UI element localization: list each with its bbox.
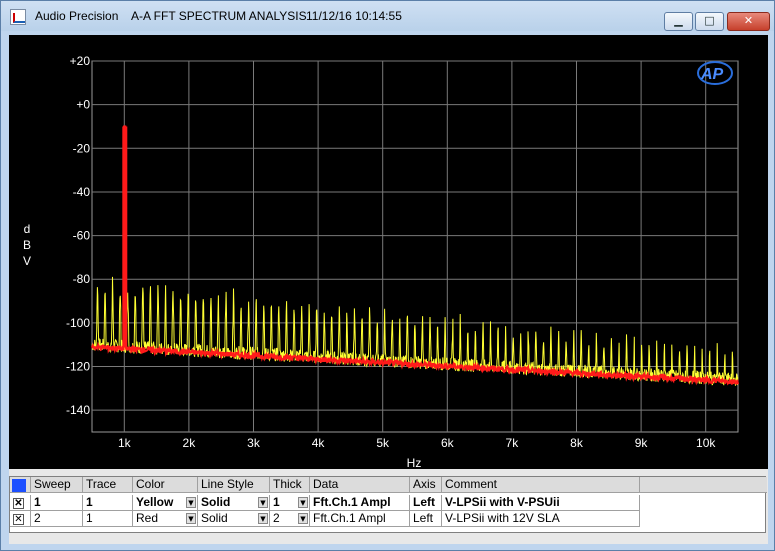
x-tick-label: 8k [570,436,584,450]
title-bar[interactable]: Audio Precision A-A FFT SPECTRUM ANALYSI… [1,1,774,31]
y-axis-label-char: V [23,254,31,268]
y-axis-label: dBV [23,222,31,268]
app-window: Audio Precision A-A FFT SPECTRUM ANALYSI… [0,0,775,551]
header-filler [640,477,767,493]
row1-data[interactable]: Fft.Ch.1 Ampl [310,495,410,511]
row2-color-value: Red [136,511,159,525]
x-axis-label: Hz [407,456,422,469]
chevron-down-icon[interactable]: ▼ [298,513,308,524]
x-tick-label: 3k [247,436,261,450]
color-swatch-icon [12,479,26,492]
y-tick-label: -120 [66,360,90,374]
y-tick-label: -80 [73,272,91,286]
y-axis-label-char: d [24,222,31,236]
header-trace: Trace [83,477,133,493]
x-tick-label: 6k [441,436,455,450]
row2-axis[interactable]: Left [410,511,442,527]
minimize-button[interactable]: ▁ [664,12,693,31]
y-axis-label-char: B [23,238,31,252]
x-tick-label: 1k [118,436,132,450]
x-tick-label: 2k [183,436,197,450]
row1-thick-select[interactable]: 1 ▼ [270,495,310,511]
row2-thick-value: 2 [273,511,280,525]
y-tick-label: -20 [73,141,91,155]
chevron-down-icon[interactable]: ▼ [186,513,196,524]
y-tick-label: -40 [73,185,91,199]
row1-sweep[interactable]: 1 [31,495,83,511]
header-sweep: Sweep [31,477,83,493]
legend-header-row: Sweep Trace Color Line Style Thick Data … [10,477,767,493]
app-icon[interactable] [10,9,26,25]
ap-logo-text: AP [700,66,724,83]
chevron-down-icon[interactable]: ▼ [258,513,268,524]
trace-legend-table[interactable]: Sweep Trace Color Line Style Thick Data … [9,476,767,533]
header-color: Color [133,477,198,493]
legend-corner[interactable] [10,477,31,493]
y-tick-label: -140 [66,403,90,417]
y-tick-label: -100 [66,316,90,330]
row2-line-style-value: Solid [201,511,228,525]
x-tick-label: 7k [506,436,520,450]
x-tick-label: 4k [312,436,326,450]
checkbox-icon[interactable]: ✕ [13,514,24,525]
client-area: +20 +0 -20 -40 -60 -80 -100 -120 -140 1k 2k 3k 4k 5k 6… [9,35,768,544]
chevron-down-icon[interactable]: ▼ [186,497,196,508]
graph-panel[interactable]: +20 +0 -20 -40 -60 -80 -100 -120 -140 1k 2k 3k 4k 5k 6… [9,35,768,469]
row2-trace[interactable]: 1 [83,511,133,527]
row1-line-style-select[interactable]: Solid ▼ [198,495,270,511]
row2-data[interactable]: Fft.Ch.1 Ampl [310,511,410,527]
timestamp: 11/12/16 10:14:55 [306,9,402,23]
header-axis: Axis [410,477,442,493]
row2-color-select[interactable]: Red ▼ [133,511,198,527]
row1-comment[interactable]: V-LPSii with V-PSUii [442,495,640,511]
spectrum-chart[interactable]: +20 +0 -20 -40 -60 -80 -100 -120 -140 1k 2k 3k 4k 5k 6… [9,35,768,469]
row1-thick-value: 1 [273,495,280,509]
row2-sweep[interactable]: 2 [31,511,83,527]
graph-title: A-A FFT SPECTRUM ANALYSIS [131,9,307,23]
maximize-button[interactable]: □ [695,12,724,31]
row1-color-value: Yellow [136,495,174,509]
checkbox-icon[interactable]: ✕ [13,498,24,509]
y-tick-label: +0 [76,98,90,112]
y-tick-label: -60 [73,229,91,243]
x-tick-label: 5k [376,436,390,450]
row1-color-select[interactable]: Yellow ▼ [133,495,198,511]
ap-logo: AP [697,61,733,85]
close-button[interactable]: ✕ [727,12,770,31]
row1-axis[interactable]: Left [410,495,442,511]
app-name: Audio Precision [35,9,119,23]
tick-labels: +20 +0 -20 -40 -60 -80 -100 -120 -140 1k 2k 3k 4k 5k 6… [66,54,716,450]
row2-checkbox[interactable]: ✕ [10,511,31,527]
x-tick-label: 10k [696,436,716,450]
y-tick-label: +20 [70,54,91,68]
row2-line-style-select[interactable]: Solid ▼ [198,511,270,527]
legend-row-1[interactable]: ✕ 1 1 Yellow ▼ Solid ▼ 1 ▼ Fft.Ch.1 Ampl Le… [10,495,767,511]
row1-checkbox[interactable]: ✕ [10,495,31,511]
row2-thick-select[interactable]: 2 ▼ [270,511,310,527]
header-comment: Comment [442,477,640,493]
legend-row-2[interactable]: ✕ 2 1 Red ▼ Solid ▼ 2 ▼ Fft.Ch.1 Ampl Left … [10,511,767,527]
chevron-down-icon[interactable]: ▼ [298,497,308,508]
x-tick-label: 9k [635,436,649,450]
chevron-down-icon[interactable]: ▼ [258,497,268,508]
header-line-style: Line Style [198,477,270,493]
row1-trace[interactable]: 1 [83,495,133,511]
row1-line-style-value: Solid [201,495,231,509]
header-data: Data [310,477,410,493]
header-thick: Thick [270,477,310,493]
row2-comment[interactable]: V-LPSii with 12V SLA [442,511,640,527]
